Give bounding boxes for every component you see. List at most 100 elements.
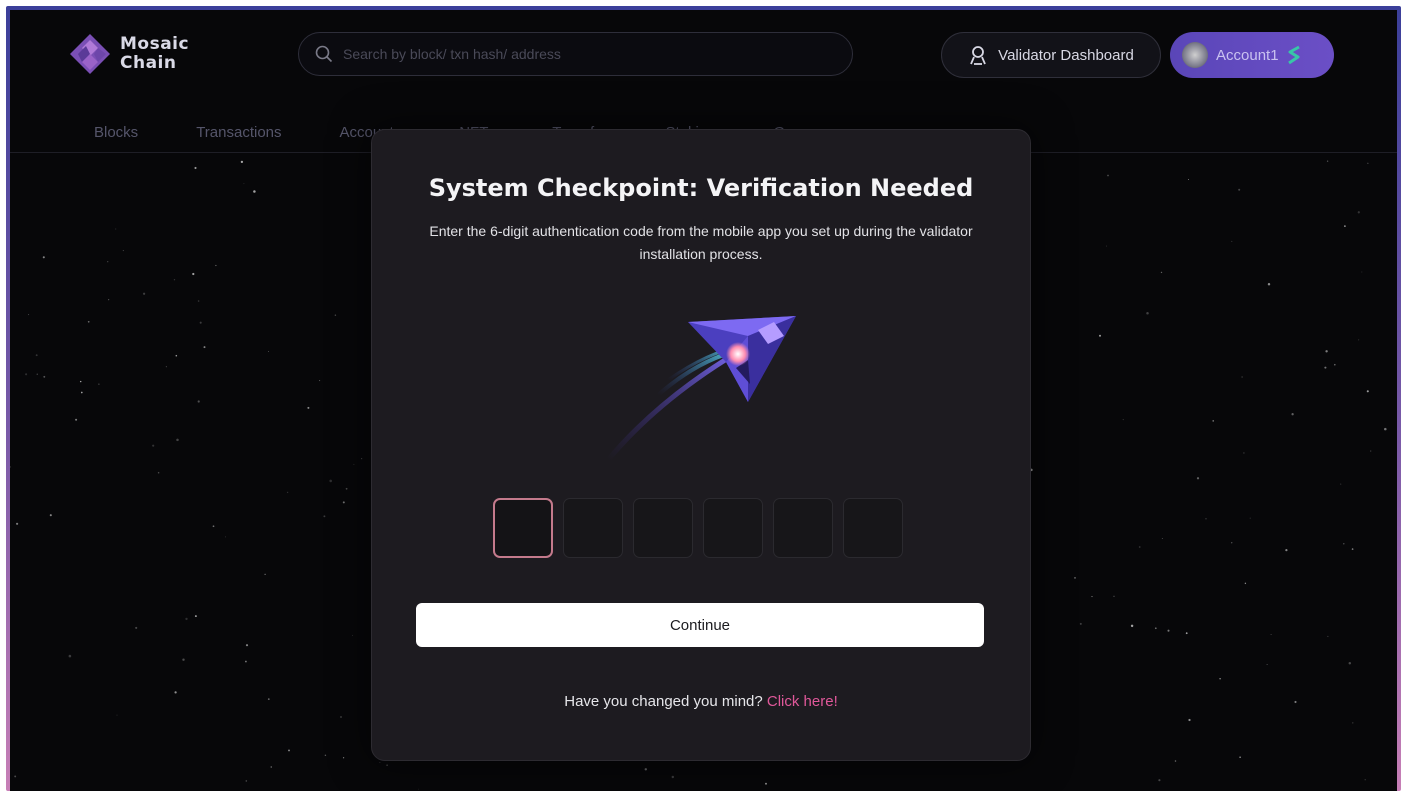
star	[14, 775, 17, 778]
star	[1352, 722, 1354, 724]
star	[264, 573, 266, 575]
star	[340, 716, 342, 718]
star	[1327, 635, 1329, 637]
star	[1122, 419, 1124, 421]
star	[1325, 350, 1328, 353]
star	[1107, 174, 1109, 177]
star	[1146, 312, 1149, 315]
star	[157, 471, 160, 474]
validator-dashboard-label: Validator Dashboard	[998, 46, 1134, 64]
star	[35, 354, 38, 357]
star	[1205, 518, 1207, 520]
star	[194, 615, 197, 618]
star	[386, 764, 388, 766]
click-here-link[interactable]: Click here!	[767, 693, 838, 710]
search-input[interactable]	[341, 45, 825, 63]
change-mind-prompt: Have you changed you mind? Click here!	[372, 693, 1030, 710]
star	[324, 754, 327, 757]
star	[288, 749, 290, 752]
nav-item-blocks[interactable]: Blocks	[94, 124, 138, 141]
star	[1239, 756, 1241, 758]
star	[1340, 483, 1342, 485]
star	[329, 479, 332, 483]
star	[182, 658, 185, 661]
verification-modal: System Checkpoint: Verification Needed E…	[371, 129, 1031, 761]
star	[245, 644, 249, 647]
star	[1334, 363, 1336, 366]
code-digit-6[interactable]	[843, 498, 903, 558]
star	[1270, 633, 1272, 636]
star	[165, 366, 167, 368]
star	[212, 525, 215, 528]
star	[1384, 427, 1387, 431]
brand-name-line2: Chain	[120, 53, 177, 73]
star	[194, 166, 197, 170]
code-digit-4[interactable]	[703, 498, 763, 558]
star	[42, 256, 45, 259]
star	[253, 190, 256, 193]
star	[1219, 678, 1221, 680]
star	[379, 762, 381, 764]
star	[107, 261, 109, 263]
star	[1291, 413, 1294, 416]
brand-name-line1: Mosaic	[120, 34, 190, 54]
star	[176, 438, 179, 442]
star	[334, 314, 337, 316]
code-digit-5[interactable]	[773, 498, 833, 558]
star	[1188, 718, 1191, 722]
star	[765, 782, 767, 785]
star	[1367, 162, 1369, 164]
star	[1231, 240, 1233, 242]
star	[1244, 582, 1247, 585]
star	[1326, 160, 1329, 162]
star	[87, 320, 90, 323]
star	[1231, 542, 1233, 544]
star	[1185, 632, 1188, 635]
star	[319, 380, 321, 382]
star	[142, 292, 146, 295]
account-label: Account1	[1216, 46, 1279, 64]
account-button[interactable]: Account1	[1170, 32, 1334, 78]
star	[1348, 661, 1352, 665]
star	[135, 626, 138, 629]
brand-logo[interactable]: Mosaic Chain	[68, 32, 210, 76]
nav-item-transactions[interactable]: Transactions	[196, 124, 281, 141]
star	[1358, 339, 1360, 341]
star	[1161, 538, 1163, 539]
user-badge-icon	[970, 46, 986, 65]
star	[244, 660, 247, 663]
star	[122, 250, 124, 252]
validator-dashboard-button[interactable]: Validator Dashboard	[941, 32, 1161, 78]
star	[115, 228, 117, 230]
star	[1196, 477, 1200, 480]
star	[173, 279, 176, 281]
star	[10, 466, 12, 468]
star	[36, 373, 38, 375]
star	[361, 458, 363, 460]
star	[267, 351, 269, 352]
star	[225, 536, 226, 538]
continue-button[interactable]: Continue	[416, 603, 984, 647]
star	[1167, 629, 1170, 632]
search-bar[interactable]	[298, 32, 853, 76]
star	[80, 391, 83, 394]
star	[1158, 779, 1161, 782]
code-input-group	[493, 498, 903, 558]
star	[49, 514, 52, 517]
star	[16, 522, 19, 525]
star	[1285, 548, 1288, 552]
star	[345, 487, 348, 490]
modal-description: Enter the 6-digit authentication code fr…	[429, 223, 973, 262]
star	[1267, 283, 1271, 286]
code-digit-3[interactable]	[633, 498, 693, 558]
star	[1074, 577, 1076, 579]
star	[203, 346, 206, 349]
star	[79, 380, 82, 383]
code-digit-1[interactable]	[493, 498, 553, 558]
star	[245, 780, 248, 782]
star	[671, 775, 675, 779]
star	[25, 373, 28, 376]
star	[192, 272, 195, 276]
code-digit-2[interactable]	[563, 498, 623, 558]
star	[1113, 595, 1115, 597]
